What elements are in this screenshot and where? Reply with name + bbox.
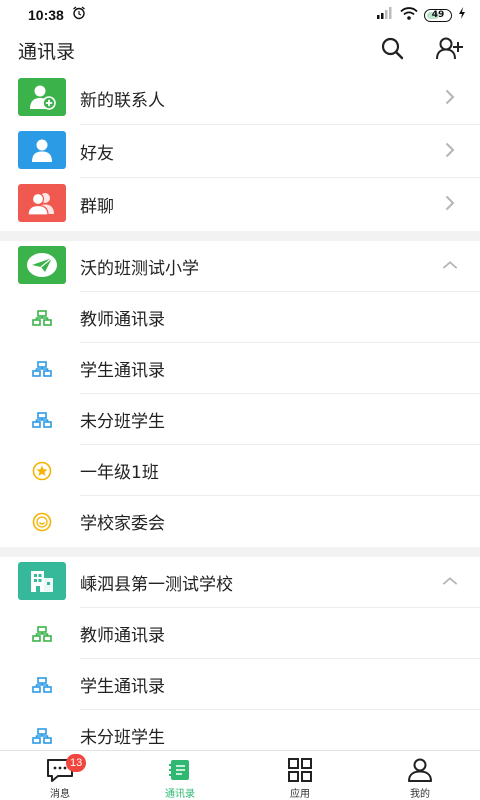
add-person-icon — [18, 78, 66, 116]
parent-committee-item[interactable]: 学校家委会 — [0, 496, 480, 547]
alarm-icon — [72, 6, 86, 24]
school1-teacher-directory[interactable]: 教师通讯录 — [0, 292, 480, 343]
wifi-icon — [400, 6, 418, 24]
org-chart-icon — [31, 358, 53, 380]
org-chart-icon — [31, 409, 53, 431]
school-header-1[interactable]: 沃的班测试小学 — [0, 241, 480, 292]
chevron-right-icon — [442, 195, 458, 211]
search-icon — [380, 36, 404, 64]
tab-apps[interactable]: 应用 — [240, 751, 360, 800]
unread-badge: 13 — [66, 754, 87, 772]
battery-icon: 49 — [424, 8, 452, 22]
paper-plane-icon — [18, 246, 66, 284]
section-divider — [0, 547, 480, 557]
tab-me-label: 我的 — [410, 789, 430, 800]
school1-student-directory[interactable]: 学生通讯录 — [0, 343, 480, 394]
class-label: 一年级1班 — [80, 463, 159, 483]
search-button[interactable] — [378, 36, 406, 64]
app-header: 通讯录 — [0, 30, 480, 70]
charging-icon — [458, 7, 466, 23]
school2-student-directory[interactable]: 学生通讯录 — [0, 659, 480, 710]
school-name-1: 沃的班测试小学 — [80, 259, 199, 279]
student-directory-label: 学生通讯录 — [80, 677, 165, 697]
org-chart-icon — [31, 307, 53, 329]
signal-icon — [376, 7, 394, 23]
friends-label: 好友 — [80, 144, 114, 164]
battery-level: 49 — [431, 10, 445, 20]
unassigned-students-label: 未分班学生 — [80, 412, 165, 432]
teacher-directory-label: 教师通讯录 — [80, 310, 165, 330]
grid-icon — [285, 757, 315, 783]
page-title: 通讯录 — [18, 40, 76, 63]
new-contacts-item[interactable]: 新的联系人 — [0, 72, 480, 125]
group-chat-item[interactable]: 群聊 — [0, 178, 480, 231]
status-time: 10:38 — [28, 7, 64, 23]
profile-icon — [405, 757, 435, 783]
status-bar: 10:38 49 — [0, 0, 480, 30]
org-chart-icon — [31, 623, 53, 645]
person-icon — [18, 131, 66, 169]
add-user-icon — [436, 36, 464, 64]
tab-contacts-label: 通讯录 — [165, 789, 195, 800]
contacts-list: 新的联系人 好友 群聊 沃的班测试小学 教师通讯录 学生通讯录 未分班学生 一年… — [0, 72, 480, 761]
new-contacts-label: 新的联系人 — [80, 91, 165, 111]
friends-item[interactable]: 好友 — [0, 125, 480, 178]
chevron-up-icon[interactable] — [442, 573, 458, 589]
teacher-directory-label: 教师通讯录 — [80, 626, 165, 646]
unassigned-students-label: 未分班学生 — [80, 728, 165, 748]
contacts-book-icon — [165, 757, 195, 783]
school-header-2[interactable]: 嵊泗县第一测试学校 — [0, 557, 480, 608]
group-icon — [18, 184, 66, 222]
tab-apps-label: 应用 — [290, 789, 310, 800]
tab-messages[interactable]: 消息 13 — [0, 751, 120, 800]
star-icon — [31, 460, 53, 482]
class-item[interactable]: 一年级1班 — [0, 445, 480, 496]
school1-unassigned-students[interactable]: 未分班学生 — [0, 394, 480, 445]
school2-teacher-directory[interactable]: 教师通讯录 — [0, 608, 480, 659]
add-contact-button[interactable] — [436, 36, 464, 64]
tab-messages-label: 消息 — [50, 789, 70, 800]
parent-committee-label: 学校家委会 — [80, 514, 165, 534]
tab-me[interactable]: 我的 — [360, 751, 480, 800]
bottom-tab-bar: 消息 13 通讯录 应用 我的 — [0, 750, 480, 800]
chevron-right-icon — [442, 89, 458, 105]
student-directory-label: 学生通讯录 — [80, 361, 165, 381]
chevron-right-icon — [442, 142, 458, 158]
school-name-2: 嵊泗县第一测试学校 — [80, 575, 233, 595]
section-divider — [0, 231, 480, 241]
org-chart-icon — [31, 725, 53, 747]
tab-contacts[interactable]: 通讯录 — [120, 751, 240, 800]
org-chart-icon — [31, 674, 53, 696]
chevron-up-icon[interactable] — [442, 257, 458, 273]
group-chat-label: 群聊 — [80, 197, 114, 217]
building-icon — [18, 562, 66, 600]
smile-icon — [31, 511, 53, 533]
